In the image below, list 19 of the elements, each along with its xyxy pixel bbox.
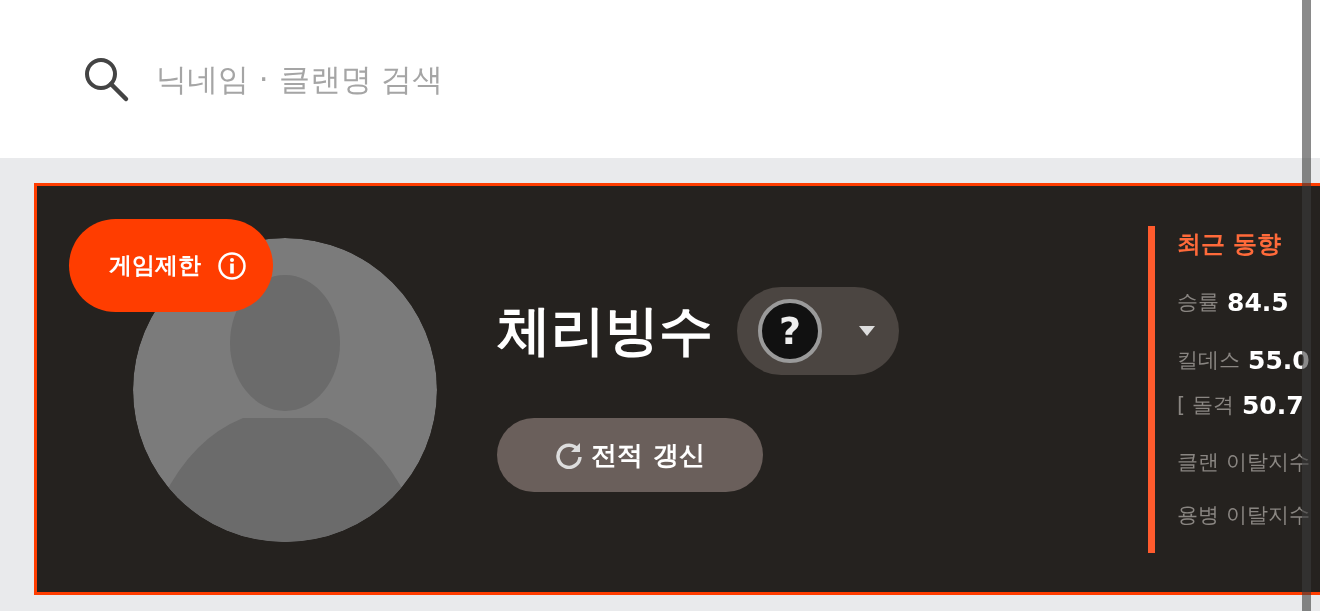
section-title: 최근 동향 [1177,229,1283,260]
question-icon: ? [757,298,823,364]
stat-value: 84.5 [1227,287,1289,319]
rank-dropdown[interactable]: ? [737,287,899,375]
stat-label: 승률 [1177,289,1219,316]
refresh-icon [555,441,584,469]
stat-value: 55.0 [1248,344,1310,377]
search-field[interactable]: 닉네임 · 클랜명 검색 [154,54,754,104]
stat-label: [ 돌격 [1177,392,1234,419]
info-icon [217,250,247,281]
refresh-button[interactable]: 전적 갱신 [497,418,763,492]
caret-icon [859,326,875,336]
stat-value: 50.7 [1241,390,1304,422]
stat-label: 용병 이탈지수 [1177,502,1310,529]
restriction-badge[interactable]: 게임제한 [69,219,273,312]
stat-label: 클랜 이탈지수 [1177,448,1310,476]
stat-label: 킬데스 [1177,346,1240,374]
player-name: 체리빙수 [497,304,713,358]
search-icon [82,55,130,103]
